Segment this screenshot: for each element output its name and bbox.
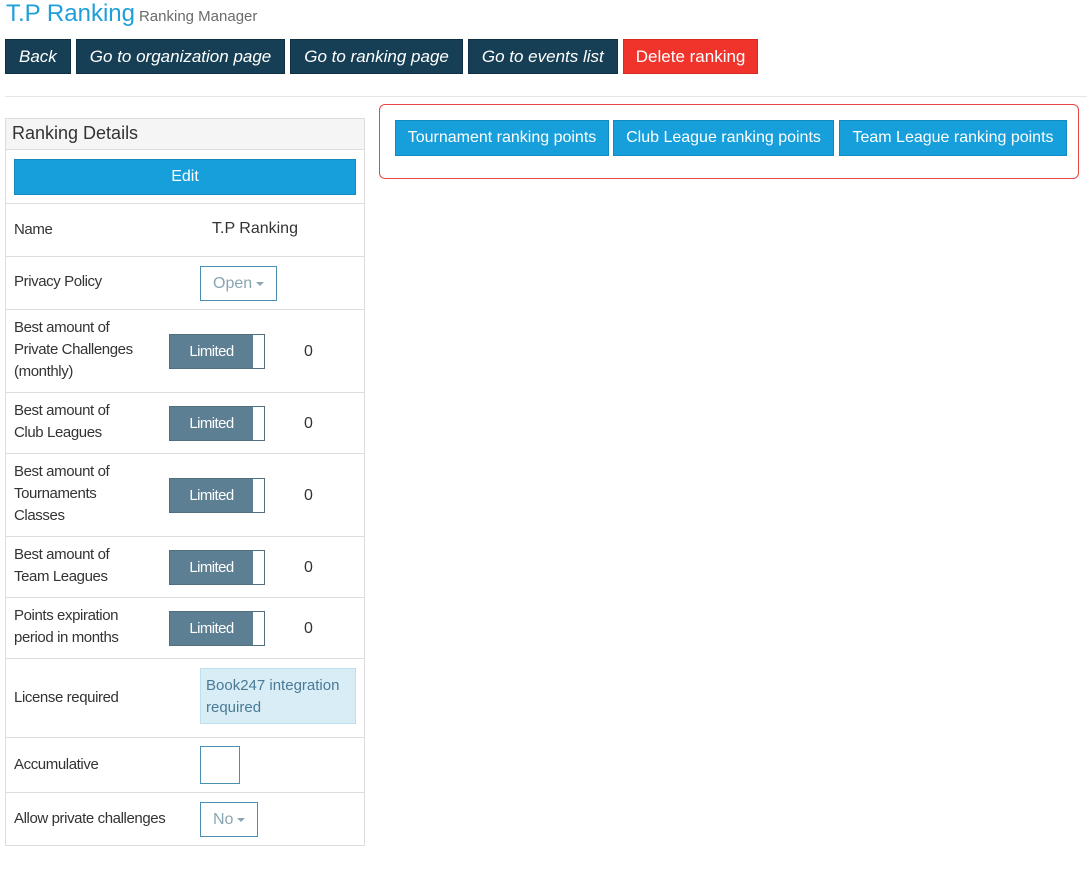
team-league-ranking-points-button[interactable]: Team League ranking points: [839, 120, 1067, 156]
caret-down-icon: [237, 817, 246, 822]
club-league-ranking-points-button[interactable]: Club League ranking points: [613, 120, 834, 156]
ranking-points-group: Tournament ranking points Club League ra…: [379, 104, 1079, 179]
toggle-on-label: Limited: [170, 612, 253, 645]
team-leagues-toggle[interactable]: Limited: [169, 550, 265, 585]
toggle-on-label: Limited: [170, 551, 253, 584]
private-challenges-label: Best amount of Private Challenges (month…: [14, 319, 133, 380]
tournaments-label: Best amount of Tournaments Classes: [14, 463, 110, 524]
club-leagues-label: Best amount of Club Leagues: [14, 402, 110, 441]
back-button[interactable]: Back: [5, 39, 71, 74]
tournaments-row: Best amount of Tournaments Classes Limit…: [6, 453, 364, 536]
delete-ranking-button[interactable]: Delete ranking: [622, 39, 759, 74]
tournaments-toggle[interactable]: Limited: [169, 478, 265, 513]
header-divider: [5, 96, 1087, 97]
tournaments-value: 0: [304, 487, 313, 504]
tournament-ranking-points-button[interactable]: Tournament ranking points: [395, 120, 609, 156]
page-header: T.P Ranking Ranking Manager: [6, 0, 257, 28]
allow-private-value: No: [213, 810, 234, 828]
private-challenges-toggle[interactable]: Limited: [169, 334, 265, 369]
license-row: License required Book247 integration req…: [6, 658, 364, 737]
accumulative-label: Accumulative: [14, 756, 99, 773]
privacy-label: Privacy Policy: [14, 273, 102, 290]
privacy-dropdown[interactable]: Open: [200, 266, 278, 301]
privacy-row: Privacy Policy Open: [6, 256, 364, 309]
page-subtitle: Ranking Manager: [138, 8, 258, 25]
team-leagues-value: 0: [304, 559, 313, 576]
expiration-value: 0: [304, 620, 313, 637]
go-to-organization-button[interactable]: Go to organization page: [75, 39, 286, 74]
name-row: Name T.P Ranking: [6, 203, 364, 256]
club-leagues-row: Best amount of Club Leagues Limited 0: [6, 392, 364, 453]
license-label: License required: [14, 689, 119, 706]
private-challenges-row: Best amount of Private Challenges (month…: [6, 309, 364, 392]
club-leagues-toggle[interactable]: Limited: [169, 406, 265, 441]
caret-down-icon: [256, 281, 265, 286]
panel-heading: Ranking Details: [6, 119, 364, 150]
allow-private-row: Allow private challenges No: [6, 792, 364, 845]
name-label: Name: [14, 221, 53, 238]
club-leagues-value: 0: [304, 415, 313, 432]
page-title: T.P Ranking: [6, 0, 135, 27]
ranking-details-panel: Ranking Details Edit Name T.P Ranking Pr…: [5, 118, 365, 846]
go-to-ranking-button[interactable]: Go to ranking page: [290, 39, 463, 74]
top-toolbar: Back Go to organization page Go to ranki…: [5, 39, 759, 74]
allow-private-label: Allow private challenges: [14, 810, 166, 827]
toggle-on-label: Limited: [170, 335, 253, 368]
go-to-events-button[interactable]: Go to events list: [467, 39, 618, 74]
expiration-label: Points expiration period in months: [14, 607, 119, 646]
name-value: T.P Ranking: [212, 220, 298, 237]
accumulative-row: Accumulative: [6, 737, 364, 792]
expiration-row: Points expiration period in months Limit…: [6, 597, 364, 658]
license-status-badge: Book247 integration required: [200, 668, 356, 724]
toggle-on-label: Limited: [170, 479, 253, 512]
privacy-value: Open: [213, 274, 253, 292]
private-challenges-value: 0: [304, 343, 313, 360]
accumulative-checkbox[interactable]: [200, 746, 240, 784]
team-leagues-row: Best amount of Team Leagues Limited 0: [6, 536, 364, 597]
toggle-on-label: Limited: [170, 407, 253, 440]
edit-button[interactable]: Edit: [14, 159, 356, 195]
allow-private-dropdown[interactable]: No: [200, 802, 259, 837]
team-leagues-label: Best amount of Team Leagues: [14, 546, 110, 585]
expiration-toggle[interactable]: Limited: [169, 611, 265, 646]
